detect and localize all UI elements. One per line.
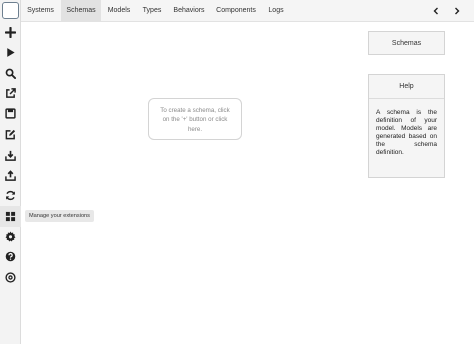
app-root: Systems Schemas Models Types Behaviors C… bbox=[0, 0, 474, 344]
schemas-panel-title: Schemas bbox=[391, 40, 422, 47]
tab-models[interactable]: Models bbox=[102, 0, 136, 22]
hint-line-1: To create a schema, click bbox=[160, 107, 230, 114]
edit-icon[interactable] bbox=[3, 127, 18, 142]
create-schema-hint[interactable]: To create a schema, click on the '+' but… bbox=[148, 98, 242, 140]
tab-schemas[interactable]: Schemas bbox=[61, 0, 101, 22]
tab-logs[interactable]: Logs bbox=[262, 0, 290, 22]
export-icon[interactable] bbox=[3, 86, 18, 101]
sync-icon[interactable] bbox=[3, 188, 18, 203]
gear-icon[interactable] bbox=[3, 229, 18, 244]
hint-line-3: here. bbox=[187, 125, 203, 133]
tab-behaviors[interactable]: Behaviors bbox=[168, 0, 210, 22]
left-toolbar bbox=[0, 0, 21, 344]
download-icon[interactable] bbox=[3, 148, 18, 163]
help-panel-text: A schema is the definition of your model… bbox=[376, 109, 437, 156]
extensions-tooltip: Manage your extensions bbox=[25, 210, 94, 222]
tab-systems[interactable]: Systems bbox=[21, 0, 60, 22]
plus-icon[interactable] bbox=[3, 25, 18, 40]
info-icon[interactable] bbox=[3, 270, 18, 285]
extensions-icon[interactable] bbox=[0, 206, 21, 227]
schemas-panel: Schemas bbox=[368, 31, 445, 55]
tab-bar: Systems Schemas Models Types Behaviors C… bbox=[21, 0, 474, 22]
upload-icon[interactable] bbox=[3, 168, 18, 183]
save-icon[interactable] bbox=[3, 106, 18, 121]
hint-line-2: on the '+' button or click bbox=[162, 116, 228, 124]
tab-types[interactable]: Types bbox=[137, 0, 167, 22]
help-icon[interactable] bbox=[3, 249, 18, 264]
tab-components[interactable]: Components bbox=[211, 0, 261, 22]
search-icon[interactable] bbox=[3, 66, 18, 81]
help-panel: Help A schema is the definition of your … bbox=[368, 74, 445, 178]
chevron-left-icon[interactable] bbox=[429, 4, 443, 18]
app-logo-icon[interactable] bbox=[2, 2, 19, 19]
help-panel-title: Help bbox=[369, 75, 444, 99]
play-icon[interactable] bbox=[3, 45, 18, 60]
chevron-right-icon[interactable] bbox=[450, 4, 464, 18]
